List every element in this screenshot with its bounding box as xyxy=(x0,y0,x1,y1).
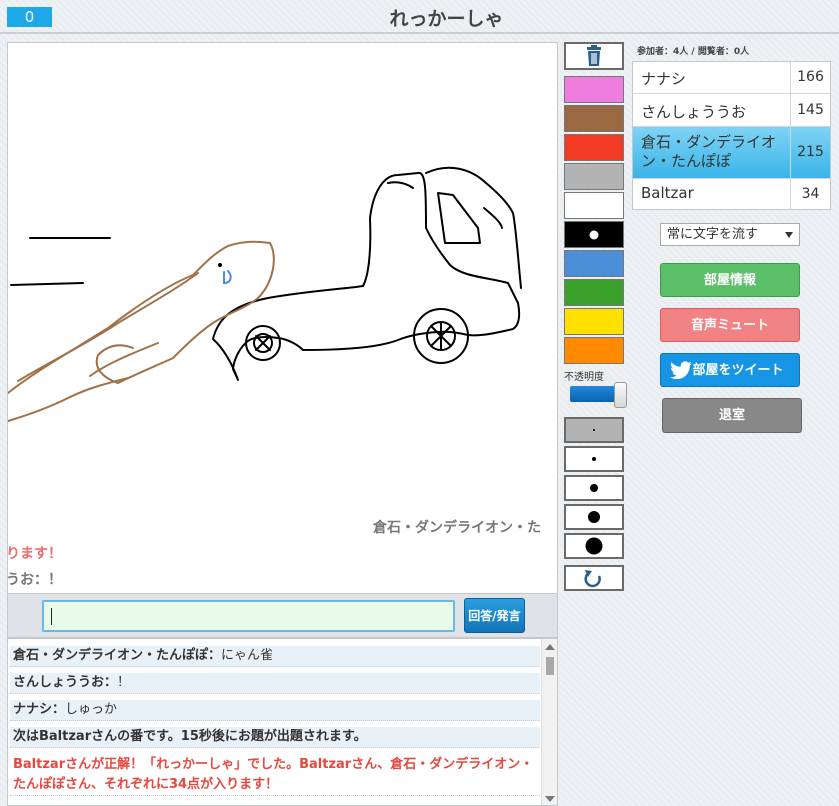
log-text: Baltzarさんが正解！「れっかーしゃ」でした。Baltzarさん、倉石・ダン… xyxy=(13,757,534,792)
dropdown-arrow-icon xyxy=(785,232,793,238)
log-row: 倉石・ダンデライオン・たんぽぽ：にゃん雀 xyxy=(10,646,540,667)
log-author: ナナシ： xyxy=(13,702,66,717)
color-swatch[interactable] xyxy=(564,279,624,306)
log-row: ナナシ：しゅっか xyxy=(10,700,540,721)
tweet-button[interactable]: 部屋をツイート xyxy=(660,353,800,387)
text-flow-selected: 常に文字を流す xyxy=(667,227,759,242)
color-swatch[interactable] xyxy=(564,134,624,161)
truck-roof xyxy=(387,181,414,189)
brush-size-4[interactable] xyxy=(564,504,624,530)
brush-size-5[interactable] xyxy=(564,533,624,559)
player-score: 166 xyxy=(790,62,830,93)
front-wheel-spokes xyxy=(255,335,271,351)
chat-log[interactable]: 倉石・ダンデライオン・たんぽぽ：にゃん雀 さんしょううお：！ ナナシ：しゅっか … xyxy=(7,638,558,806)
player-score: 34 xyxy=(790,179,830,210)
color-swatch[interactable] xyxy=(564,250,624,277)
player-row: さんしょううお 145 xyxy=(633,94,830,127)
wave-drop xyxy=(223,270,232,285)
text-caret xyxy=(51,608,52,625)
header: 0 れっかーしゃ xyxy=(0,0,839,34)
log-text: ！ xyxy=(117,675,131,690)
mute-button[interactable]: 音声ミュート xyxy=(660,308,800,342)
player-name: ナナシ xyxy=(641,70,687,88)
flow-text: ります！ xyxy=(7,546,62,562)
truck-body xyxy=(212,171,521,381)
player-row-active: 倉石・ダンデライオン・たんぽぽ 215 xyxy=(633,127,830,179)
clear-canvas-button[interactable] xyxy=(564,42,624,70)
flow-text: うお：！ xyxy=(7,572,62,588)
player-name: さんしょううお xyxy=(641,103,747,121)
road-line-2 xyxy=(10,282,84,286)
wave-eye xyxy=(218,263,222,267)
exit-button[interactable]: 退室 xyxy=(662,398,802,433)
flow-text: 倉石・ダンデライオン・た xyxy=(373,520,541,536)
answer-button[interactable]: 回答/発言 xyxy=(464,598,525,633)
color-swatch[interactable] xyxy=(564,308,624,335)
color-swatch[interactable] xyxy=(564,76,624,103)
log-author: さんしょううお： xyxy=(13,675,118,690)
player-row: ナナシ 166 xyxy=(633,62,830,94)
opacity-label: 不透明度 xyxy=(564,372,604,383)
color-swatch[interactable] xyxy=(564,105,624,132)
scroll-up-icon[interactable] xyxy=(545,644,555,650)
color-swatch[interactable] xyxy=(564,192,624,219)
trash-icon xyxy=(587,45,601,66)
room-info-button[interactable]: 部屋情報 xyxy=(660,263,800,297)
answer-input[interactable] xyxy=(42,600,455,632)
color-swatch[interactable] xyxy=(564,221,624,248)
log-scrollbar[interactable] xyxy=(541,639,557,805)
truck-cab xyxy=(425,166,522,289)
player-name: 倉石・ダンデライオン・たんぽぽ xyxy=(641,133,777,170)
tweet-label: 部屋をツイート xyxy=(692,363,784,378)
undo-button[interactable] xyxy=(564,565,624,591)
rear-wheel-spokes xyxy=(430,321,452,351)
wave-tail xyxy=(8,377,129,422)
log-text: にゃん雀 xyxy=(221,648,274,663)
color-swatch[interactable] xyxy=(564,337,624,364)
drawing xyxy=(8,166,522,422)
player-score: 215 xyxy=(790,127,830,178)
twitter-bird-icon xyxy=(670,361,692,380)
selected-indicator xyxy=(589,230,599,239)
answer-bar: 回答/発言 xyxy=(7,594,558,638)
participants-count: 参加者：4人 / 閲覧者：0人 xyxy=(637,47,750,57)
brush-size-3[interactable] xyxy=(564,475,624,501)
opacity-slider-thumb[interactable] xyxy=(614,382,627,408)
page-title: れっかーしゃ xyxy=(389,8,504,30)
player-row: Baltzar 34 xyxy=(633,179,830,210)
log-row: 次はBaltzarさんの番です。15秒後にお題が出題されます。 xyxy=(10,727,540,748)
log-author: 倉石・ダンデライオン・たんぽぽ： xyxy=(13,648,222,663)
log-text: しゅっか xyxy=(65,702,118,717)
drawing-canvas[interactable]: 倉石・ダンデライオン・た ります！ うお：！ xyxy=(7,42,558,594)
brush-size-1[interactable] xyxy=(564,417,624,443)
log-text: 次はBaltzarさんの番です。15秒後にお題が出題されます。 xyxy=(13,729,367,744)
color-swatch[interactable] xyxy=(564,163,624,190)
player-name: Baltzar xyxy=(641,184,694,202)
truck-window xyxy=(437,192,481,244)
undo-icon xyxy=(584,570,601,588)
player-score: 145 xyxy=(790,94,830,126)
player-list: ナナシ 166 さんしょううお 145 倉石・ダンデライオン・たんぽぽ 215 … xyxy=(632,61,831,210)
scroll-thumb[interactable] xyxy=(546,657,554,675)
truck-edge xyxy=(483,207,503,229)
log-row: Baltzarさんが正解！「れっかーしゃ」でした。Baltzarさん、倉石・ダン… xyxy=(10,755,540,796)
log-row: さんしょううお：！ xyxy=(10,673,540,694)
scroll-down-icon[interactable] xyxy=(545,796,555,802)
text-flow-select[interactable]: 常に文字を流す xyxy=(660,223,800,246)
brush-size-2[interactable] xyxy=(564,446,624,472)
